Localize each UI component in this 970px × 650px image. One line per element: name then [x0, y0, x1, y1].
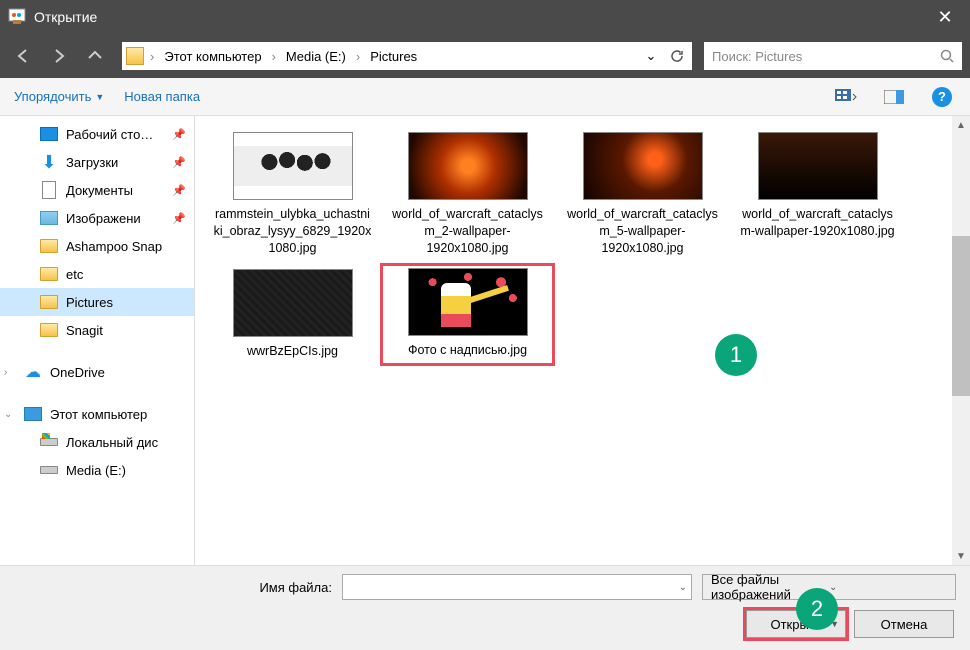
sidebar-item-documents[interactable]: Документы📌: [0, 176, 194, 204]
chevron-right-icon: ›: [268, 49, 280, 64]
dialog-footer: Имя файла: ⌄ Все файлы изображений ⌄ Отк…: [0, 565, 970, 650]
address-bar[interactable]: › Этот компьютер › Media (E:) › Pictures…: [122, 42, 692, 70]
sidebar-item-thispc[interactable]: ⌄Этот компьютер: [0, 400, 194, 428]
file-name-label: world_of_warcraft_cataclysm-wallpaper-19…: [738, 206, 898, 240]
breadcrumb-seg-2[interactable]: Pictures: [366, 47, 421, 66]
sidebar-item-images[interactable]: Изображени📌: [0, 204, 194, 232]
nav-up-button[interactable]: [80, 41, 110, 71]
new-folder-button[interactable]: Новая папка: [124, 89, 200, 104]
chevron-down-icon: ⌄: [4, 409, 16, 420]
desktop-icon: [40, 127, 58, 141]
help-button[interactable]: ?: [928, 85, 956, 109]
document-icon: [42, 181, 56, 199]
chevron-down-icon: ⌄: [829, 582, 947, 593]
folder-icon: [40, 239, 58, 253]
file-name-label: world_of_warcraft_cataclysm_2-wallpaper-…: [388, 206, 548, 257]
sidebar-item-pictures[interactable]: Pictures: [0, 288, 194, 316]
file-thumb[interactable]: world_of_warcraft_cataclysm-wallpaper-19…: [730, 126, 905, 263]
breadcrumb-seg-1[interactable]: Media (E:): [282, 47, 350, 66]
paint-app-icon: [8, 8, 26, 26]
download-icon: ⬇: [40, 153, 58, 171]
file-thumb[interactable]: rammstein_ulybka_uchastniki_obraz_lysyy_…: [205, 126, 380, 263]
cancel-button[interactable]: Отмена: [854, 610, 954, 638]
file-name-label: rammstein_ulybka_uchastniki_obraz_lysyy_…: [213, 206, 373, 257]
filename-input[interactable]: ⌄: [342, 574, 692, 600]
search-icon: [940, 49, 954, 63]
scroll-up-icon[interactable]: ▲: [952, 116, 970, 134]
view-mode-button[interactable]: [832, 85, 860, 109]
nav-back-button[interactable]: [8, 41, 38, 71]
pc-icon: [24, 407, 42, 421]
thumbnail-image: [408, 268, 528, 336]
nav-bar: › Этот компьютер › Media (E:) › Pictures…: [0, 34, 970, 78]
callout-2: 2: [796, 588, 838, 630]
sidebar-item-onedrive[interactable]: ›☁OneDrive: [0, 358, 194, 386]
disk-icon: [40, 438, 58, 446]
breadcrumb-seg-0[interactable]: Этот компьютер: [160, 47, 265, 66]
folder-icon: [40, 295, 58, 309]
open-dialog: Открытие ✕ › Этот компьютер › Media (E:)…: [0, 0, 970, 650]
address-refresh-button[interactable]: [666, 45, 688, 67]
thumbnail-image: [758, 132, 878, 200]
chevron-down-icon[interactable]: ⌄: [679, 582, 687, 593]
folder-icon: [40, 267, 58, 281]
dialog-title: Открытие: [34, 9, 928, 25]
pin-icon: 📌: [172, 184, 186, 197]
nav-forward-button[interactable]: [44, 41, 74, 71]
file-name-label: Фото с надписью.jpg: [408, 342, 527, 359]
scrollbar-vertical[interactable]: ▲ ▼: [952, 116, 970, 565]
chevron-right-icon: ›: [146, 49, 158, 64]
thumbnail-image: [408, 132, 528, 200]
file-pane[interactable]: rammstein_ulybka_uchastniki_obraz_lysyy_…: [195, 116, 970, 565]
chevron-right-icon: ›: [352, 49, 364, 64]
sidebar-item-media-disk[interactable]: Media (E:): [0, 456, 194, 484]
help-icon: ?: [932, 87, 952, 107]
pin-icon: 📌: [172, 156, 186, 169]
cloud-icon: ☁: [24, 363, 42, 381]
sidebar-item-etc[interactable]: etc: [0, 260, 194, 288]
sidebar-item-snagit[interactable]: Snagit: [0, 316, 194, 344]
preview-pane-button[interactable]: [880, 85, 908, 109]
scrollbar-thumb[interactable]: [952, 236, 970, 396]
scroll-down-icon[interactable]: ▼: [952, 547, 970, 565]
toolbar: Упорядочить ▼ Новая папка ?: [0, 78, 970, 116]
pin-icon: 📌: [172, 212, 186, 225]
file-name-label: wwrBzEpCIs.jpg: [247, 343, 338, 360]
file-thumb[interactable]: wwrBzEpCIs.jpg: [205, 263, 380, 366]
folder-icon: [40, 323, 58, 337]
pin-icon: 📌: [172, 128, 186, 141]
sidebar-item-downloads[interactable]: ⬇Загрузки📌: [0, 148, 194, 176]
thumbnail-image: [583, 132, 703, 200]
titlebar: Открытие ✕: [0, 0, 970, 34]
chevron-right-icon: ›: [4, 367, 16, 378]
sidebar: Рабочий сто…📌 ⬇Загрузки📌 Документы📌 Изоб…: [0, 116, 195, 565]
callout-1: 1: [715, 334, 757, 376]
file-name-label: world_of_warcraft_cataclysm_5-wallpaper-…: [563, 206, 723, 257]
organize-button[interactable]: Упорядочить ▼: [14, 89, 104, 104]
thumbnail-image: [233, 132, 353, 200]
close-button[interactable]: ✕: [928, 7, 962, 28]
search-placeholder: Поиск: Pictures: [712, 49, 940, 64]
filename-label: Имя файла:: [259, 580, 332, 595]
file-thumb[interactable]: world_of_warcraft_cataclysm_2-wallpaper-…: [380, 126, 555, 263]
disk-icon: [40, 466, 58, 474]
file-thumb[interactable]: world_of_warcraft_cataclysm_5-wallpaper-…: [555, 126, 730, 263]
dialog-body: Рабочий сто…📌 ⬇Загрузки📌 Документы📌 Изоб…: [0, 116, 970, 565]
image-icon: [40, 211, 58, 225]
thumbnail-image: [233, 269, 353, 337]
sidebar-item-ashampoo[interactable]: Ashampoo Snap: [0, 232, 194, 260]
file-thumb[interactable]: Фото с надписью.jpg: [380, 263, 555, 366]
sidebar-item-desktop[interactable]: Рабочий сто…📌: [0, 120, 194, 148]
search-input[interactable]: Поиск: Pictures: [704, 42, 962, 70]
folder-icon: [126, 47, 144, 65]
sidebar-item-local-disk[interactable]: Локальный дис: [0, 428, 194, 456]
address-dropdown-button[interactable]: ⌄: [640, 45, 662, 67]
